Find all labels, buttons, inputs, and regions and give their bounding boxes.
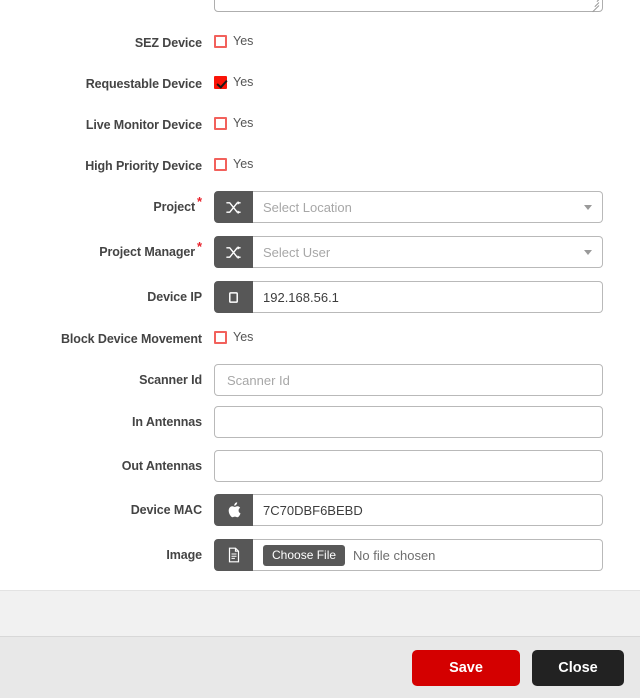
requestable-device-label: Requestable Device — [85, 77, 202, 91]
project-manager-select-value[interactable]: Select User — [253, 236, 603, 268]
sez-device-checkbox-wrap[interactable]: Yes — [214, 34, 253, 48]
image-file-input[interactable]: Choose File No file chosen — [253, 539, 603, 571]
project-select-value[interactable]: Select Location — [253, 191, 603, 223]
high-priority-device-option-label: Yes — [233, 157, 254, 171]
shuffle-icon — [214, 191, 253, 223]
device-mac-field-group[interactable]: 7C70DBF6BEBD — [214, 494, 603, 526]
in-antennas-label: In Antennas — [132, 415, 202, 429]
image-label: Image — [166, 548, 202, 562]
live-monitor-device-label: Live Monitor Device — [85, 118, 202, 132]
live-monitor-device-option-label: Yes — [233, 116, 254, 130]
apple-icon — [214, 494, 253, 526]
requestable-device-checkbox-wrap[interactable]: Yes — [214, 75, 253, 89]
device-form-body: SEZ Device Yes Requestable Device Yes Li… — [0, 0, 640, 590]
in-antennas-input[interactable] — [214, 406, 603, 438]
project-manager-required-marker: * — [197, 238, 202, 254]
device-ip-label: Device IP — [147, 290, 202, 304]
device-ip-input[interactable]: 192.168.56.1 — [253, 281, 603, 313]
sez-device-label: SEZ Device — [134, 36, 202, 50]
high-priority-device-label: High Priority Device — [85, 159, 202, 173]
monitor-icon — [214, 281, 253, 313]
sez-device-checkbox[interactable] — [214, 34, 227, 48]
out-antennas-label: Out Antennas — [121, 459, 202, 473]
form-footer: Save Close — [0, 636, 640, 698]
project-select[interactable]: Select Location — [214, 191, 603, 223]
choose-file-button[interactable]: Choose File — [263, 544, 346, 566]
document-icon — [214, 539, 253, 571]
scanner-id-label: Scanner Id — [139, 373, 202, 387]
block-device-movement-label: Block Device Movement — [60, 332, 202, 346]
project-required-marker: * — [197, 193, 202, 209]
live-monitor-device-checkbox[interactable] — [214, 116, 227, 130]
requestable-device-checkbox[interactable] — [214, 75, 227, 89]
chevron-down-icon[interactable] — [584, 250, 592, 255]
device-ip-field-group[interactable]: 192.168.56.1 — [214, 281, 603, 313]
project-label: Project * — [153, 193, 202, 214]
high-priority-device-checkbox-wrap[interactable]: Yes — [214, 157, 253, 171]
device-mac-input[interactable]: 7C70DBF6BEBD — [253, 494, 603, 526]
image-file-group[interactable]: Choose File No file chosen — [214, 539, 603, 571]
device-form-page: SEZ Device Yes Requestable Device Yes Li… — [0, 0, 640, 698]
chevron-down-icon[interactable] — [584, 205, 592, 210]
block-device-movement-option-label: Yes — [233, 330, 254, 344]
project-manager-select[interactable]: Select User — [214, 236, 603, 268]
block-device-movement-checkbox-wrap[interactable]: Yes — [214, 330, 253, 344]
close-button[interactable]: Close — [532, 649, 624, 686]
high-priority-device-checkbox[interactable] — [214, 157, 227, 171]
resize-grip-icon[interactable] — [588, 0, 600, 13]
scanner-id-input[interactable]: Scanner Id — [214, 364, 603, 396]
project-manager-label: Project Manager * — [99, 238, 202, 259]
file-status-text: No file chosen — [353, 547, 436, 563]
sez-device-option-label: Yes — [233, 34, 254, 48]
description-textarea[interactable] — [214, 0, 603, 13]
live-monitor-device-checkbox-wrap[interactable]: Yes — [214, 116, 253, 130]
device-mac-label: Device MAC — [130, 503, 202, 517]
block-device-movement-checkbox[interactable] — [214, 330, 227, 344]
footer-spacer — [0, 590, 640, 636]
shuffle-icon — [214, 236, 253, 268]
requestable-device-option-label: Yes — [233, 75, 254, 89]
out-antennas-input[interactable] — [214, 450, 603, 482]
save-button[interactable]: Save — [412, 649, 520, 686]
